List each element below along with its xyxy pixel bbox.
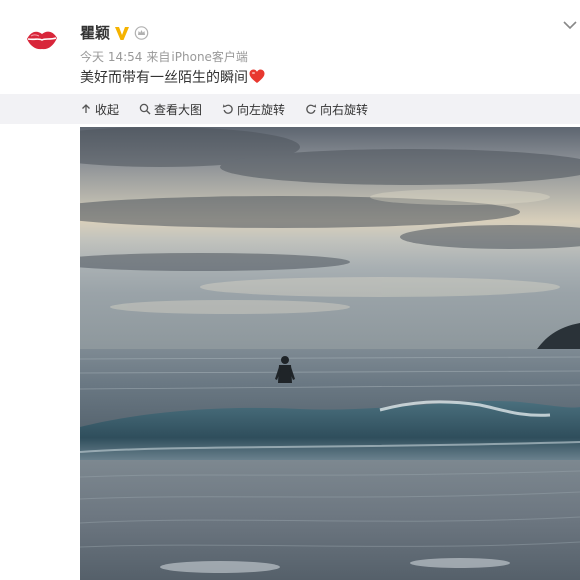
post-meta: 今天 14:54 来自iPhone客户端 xyxy=(80,48,252,65)
collapse-label: 收起 xyxy=(95,102,120,117)
rotate-right-icon xyxy=(305,103,317,115)
view-large-button[interactable]: 查看大图 xyxy=(139,94,202,124)
rotate-right-button[interactable]: 向右旋转 xyxy=(305,94,368,124)
search-icon xyxy=(139,103,151,115)
avatar[interactable] xyxy=(22,20,62,60)
post-photo[interactable] xyxy=(80,127,580,580)
author-name[interactable]: 瞿颖 xyxy=(80,22,110,43)
rotate-left-label: 向左旋转 xyxy=(237,102,286,117)
crown-icon[interactable] xyxy=(134,25,149,40)
rotate-left-button[interactable]: 向左旋转 xyxy=(222,94,285,124)
post-text: 美好而带有一丝陌生的瞬间 xyxy=(80,67,265,87)
image-toolbar: 收起 查看大图 向左旋转 向右旋转 xyxy=(0,94,580,124)
verified-v-icon[interactable] xyxy=(114,25,130,41)
chevron-down-icon[interactable] xyxy=(562,16,578,30)
heart-icon xyxy=(249,69,265,84)
rotate-left-icon xyxy=(222,103,234,115)
lips-icon xyxy=(27,31,57,50)
collapse-button[interactable]: 收起 xyxy=(80,94,119,124)
post-text-content: 美好而带有一丝陌生的瞬间 xyxy=(80,70,248,86)
author-name-row: 瞿颖 xyxy=(80,22,149,43)
source-prefix: 来自 xyxy=(146,50,171,64)
view-large-label: 查看大图 xyxy=(154,102,203,117)
post-time[interactable]: 今天 14:54 xyxy=(80,50,142,64)
rotate-right-label: 向右旋转 xyxy=(320,102,369,117)
arrow-up-icon xyxy=(80,103,92,115)
post-source[interactable]: iPhone客户端 xyxy=(171,50,248,64)
